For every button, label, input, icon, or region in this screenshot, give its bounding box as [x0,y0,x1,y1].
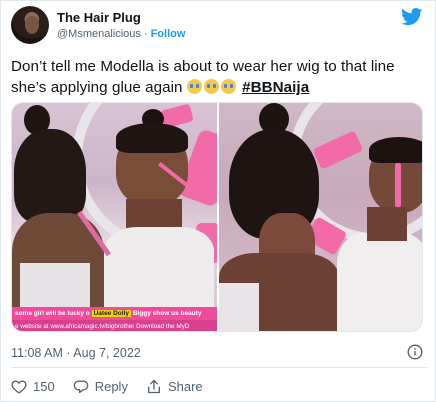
tweet-card: The Hair Plug @Msmenalicious · Follow Don’… [0,0,436,402]
tv-ticker: some girl will be lucky o Uatee Dolly Bi… [12,307,217,331]
share-button[interactable]: Share [146,379,203,394]
author-handle-row: @Msmenalicious · Follow [57,28,185,40]
action-bar: 150 Reply Share [11,377,221,395]
follow-button[interactable]: Follow [151,28,186,40]
photo-left[interactable]: some girl will be lucky o Uatee Dolly Bi… [12,103,217,331]
crying-face-emoji [186,79,202,94]
reply-label: Reply [94,378,128,394]
reply-button[interactable]: Reply [73,379,128,394]
like-button[interactable]: 150 [11,379,55,394]
like-count: 150 [33,378,55,394]
separator-dot: · [143,28,148,40]
info-icon[interactable] [407,344,423,360]
crying-face-emoji [220,79,236,94]
twitter-bird-icon[interactable] [401,8,423,26]
author-name[interactable]: The Hair Plug [57,10,141,25]
reply-icon [73,380,89,393]
author-handle[interactable]: @Msmenalicious [57,28,141,40]
tweet-text: Don’t tell me Modella is about to wear h… [11,56,429,98]
divider [11,367,427,368]
tweet-body: Don’t tell me Modella is about to wear h… [11,58,395,96]
media-grid[interactable]: some girl will be lucky o Uatee Dolly Bi… [11,102,423,332]
heart-icon [11,379,27,394]
share-icon [147,379,160,393]
tweet-timestamp[interactable]: 11:08 AM · Aug 7, 2022 [11,346,141,360]
photo-right[interactable] [219,103,422,331]
hashtag-link[interactable]: #BBNaija [242,79,309,96]
share-label: Share [167,378,203,394]
ticker-text-a: some girl will be lucky o [15,310,90,317]
ticker-text-b: Biggy show us beauty [132,310,202,317]
ticker-line-2: e website at www.africamagic.tv/bigbroth… [12,320,217,331]
avatar[interactable] [11,6,49,44]
ticker-tag: Uatee Dolly [91,310,131,317]
crying-face-emoji [203,79,219,94]
